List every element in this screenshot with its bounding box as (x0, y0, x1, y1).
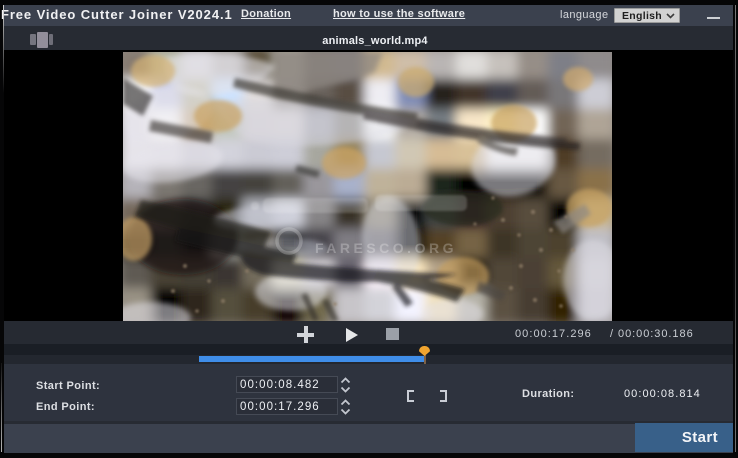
svg-text:FARESCO.ORG: FARESCO.ORG (315, 240, 457, 256)
